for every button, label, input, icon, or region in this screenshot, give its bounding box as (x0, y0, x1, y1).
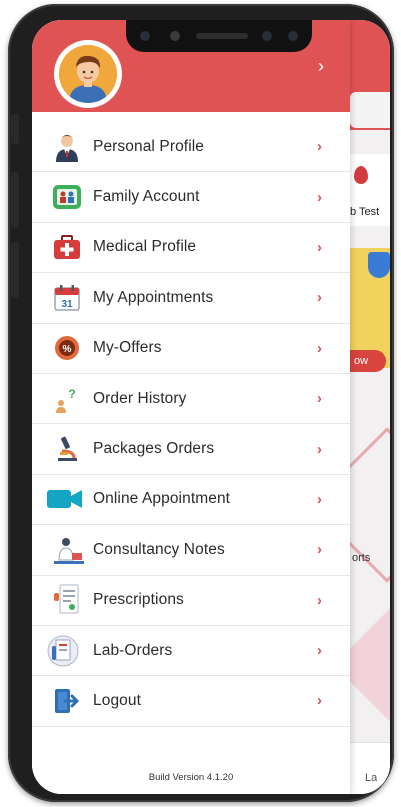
chevron-right-icon: › (317, 642, 322, 660)
lab-report-icon (46, 634, 80, 668)
background-bottom-nav (350, 742, 390, 794)
drawer-menu: Personal Profile › Family Account › Medi… (32, 122, 350, 727)
svg-text:?: ? (68, 387, 75, 401)
menu-item-label: Family Account (93, 188, 200, 206)
family-icon (52, 182, 82, 212)
menu-item-label: My Appointments (93, 288, 214, 306)
background-search-bar (350, 92, 390, 128)
menu-item-label: Order History (93, 389, 187, 407)
first-aid-kit-icon (52, 232, 82, 262)
phone-frame: b Test ow orts La › Personal Profile › F… (8, 4, 394, 802)
chevron-right-icon[interactable]: › (318, 56, 324, 77)
mute-switch (11, 114, 19, 144)
doctor-icon (52, 132, 82, 162)
chevron-right-icon: › (317, 188, 322, 206)
blood-drop-icon (354, 166, 368, 184)
menu-item-logout[interactable]: Logout › (32, 676, 350, 727)
menu-item-online-appointment[interactable]: Online Appointment › (32, 475, 350, 526)
menu-item-label: Online Appointment (93, 490, 231, 508)
menu-item-my-offers[interactable]: % My-Offers › (32, 324, 350, 374)
avatar[interactable] (54, 40, 122, 108)
logout-icon (52, 686, 82, 716)
navigation-drawer: › Personal Profile › Family Account › Me… (32, 20, 350, 794)
prescription-icon (52, 583, 84, 617)
background-reports-label: orts (352, 552, 371, 564)
menu-item-label: Logout (93, 691, 142, 709)
svg-text:%: % (63, 344, 72, 355)
video-camera-icon (46, 484, 84, 514)
menu-item-prescriptions[interactable]: Prescriptions › (32, 576, 350, 626)
background-lab-test-label: b Test (350, 206, 380, 218)
sensor-icon (170, 31, 180, 41)
menu-item-consultancy-notes[interactable]: Consultancy Notes › (32, 525, 350, 576)
chevron-right-icon: › (317, 541, 322, 559)
build-version: Build Version 4.1.20 (148, 772, 234, 783)
chevron-right-icon: › (317, 138, 322, 156)
percent-badge-icon: % (52, 333, 82, 363)
menu-item-label: Packages Orders (93, 440, 215, 458)
camera-icon (140, 31, 150, 41)
chevron-right-icon: › (317, 339, 322, 357)
svg-text:31: 31 (61, 299, 73, 310)
menu-item-label: Personal Profile (93, 137, 205, 155)
phone-notch (126, 20, 312, 52)
chevron-right-icon: › (317, 692, 322, 710)
volume-up-button (11, 172, 19, 228)
menu-item-label: Lab-Orders (93, 641, 173, 659)
menu-item-label: Medical Profile (93, 238, 197, 256)
menu-item-label: Consultancy Notes (93, 540, 225, 558)
menu-item-packages-orders[interactable]: Packages Orders › (32, 424, 350, 475)
phone-screen: b Test ow orts La › Personal Profile › F… (32, 20, 390, 794)
microscope-icon (52, 434, 82, 464)
shield-icon (368, 252, 390, 278)
calendar-icon: 31 (52, 283, 82, 313)
chevron-right-icon: › (317, 289, 322, 307)
background-lab-nav-label: La (365, 772, 378, 784)
menu-item-label: Prescriptions (93, 591, 184, 609)
menu-item-family-account[interactable]: Family Account › (32, 172, 350, 223)
menu-item-label: My-Offers (93, 339, 162, 357)
menu-item-personal-profile[interactable]: Personal Profile › (32, 122, 350, 173)
chevron-right-icon: › (317, 238, 322, 256)
doctor-notes-icon (52, 533, 86, 567)
menu-item-medical-profile[interactable]: Medical Profile › (32, 223, 350, 274)
menu-item-lab-orders[interactable]: Lab-Orders › (32, 626, 350, 677)
sensor-icon (262, 31, 272, 41)
question-person-icon: ? (52, 384, 82, 414)
chevron-right-icon: › (317, 591, 322, 609)
background-book-now-button: ow (350, 350, 386, 372)
camera-icon (288, 31, 298, 41)
volume-down-button (11, 242, 19, 298)
menu-item-my-appointments[interactable]: 31 My Appointments › (32, 273, 350, 324)
chevron-right-icon: › (317, 390, 322, 408)
chevron-right-icon: › (317, 490, 322, 508)
user-avatar-icon (59, 45, 117, 103)
speaker-grille (196, 33, 248, 39)
chevron-right-icon: › (317, 440, 322, 458)
menu-item-order-history[interactable]: ? Order History › (32, 374, 350, 425)
